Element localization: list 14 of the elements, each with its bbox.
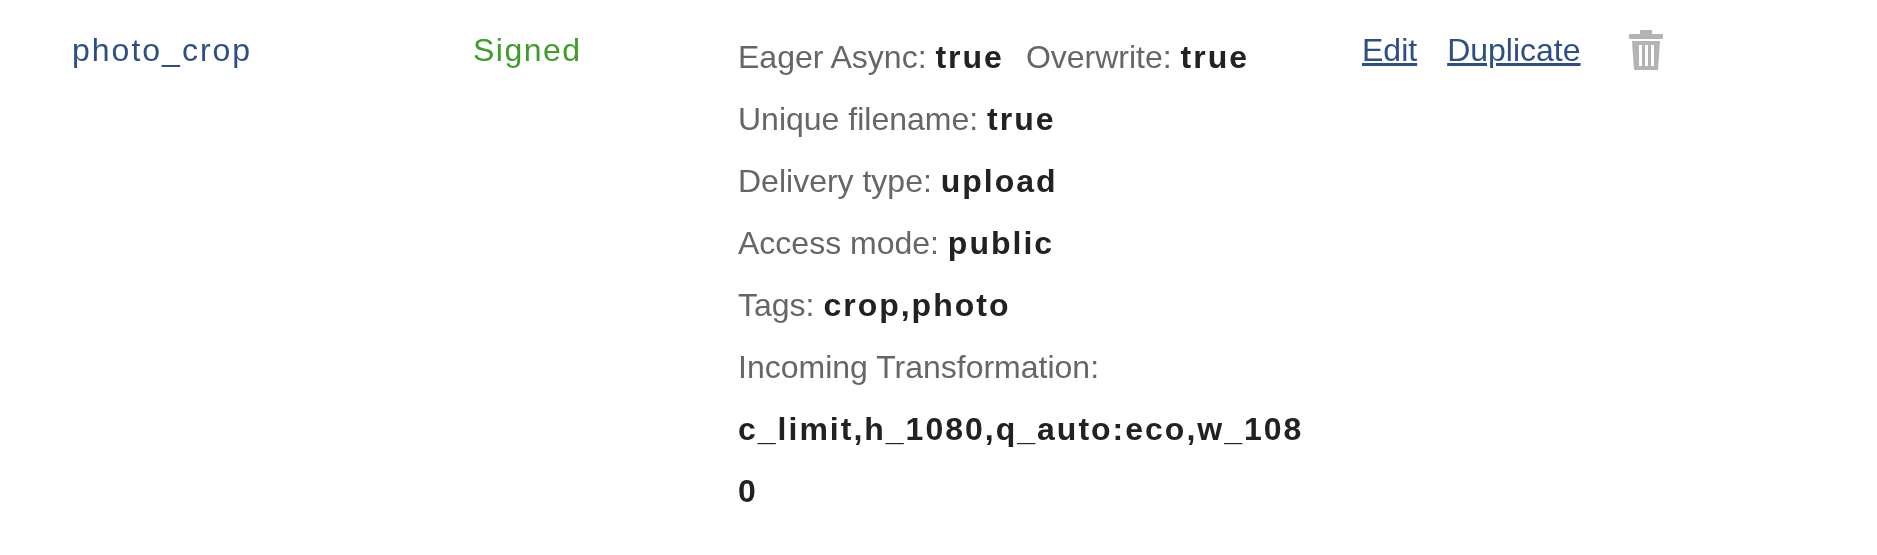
detail-text: Tags: crop,photo xyxy=(738,286,1011,325)
detail-text: Eager Async: true xyxy=(738,38,1004,77)
status-label: Signed xyxy=(473,32,582,68)
preset-name: photo_crop xyxy=(72,32,253,68)
action-link[interactable]: Duplicate xyxy=(1447,26,1581,74)
detail-value: c_limit,h_1080,q_auto:eco,w_1080 xyxy=(738,410,1305,511)
trash-icon xyxy=(1628,30,1663,70)
detail-text: Overwrite: true xyxy=(1025,38,1250,77)
detail-text: Unique filename: true xyxy=(738,100,1056,139)
detail-label: Incoming Transformation: xyxy=(738,348,1101,387)
action-link[interactable]: Edit xyxy=(1362,26,1418,74)
delete-button[interactable] xyxy=(1628,30,1663,70)
detail-text: Delivery type: upload xyxy=(738,162,1058,201)
detail-text: Access mode: public xyxy=(738,224,1055,263)
